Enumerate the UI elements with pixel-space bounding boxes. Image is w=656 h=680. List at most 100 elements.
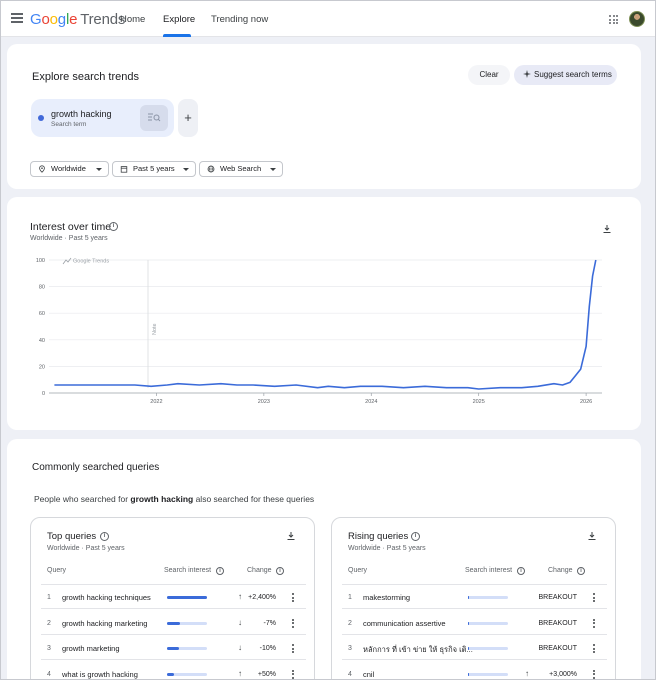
region-filter[interactable]: Worldwide [30, 161, 109, 177]
nav-active-indicator [163, 34, 191, 37]
top-queries-title: Top queries [47, 531, 97, 542]
interest-line-chart: 0 20 40 60 80 100 2022 2023 2024 2025 2026 Google… [36, 257, 602, 405]
note-label: Note [152, 323, 158, 335]
page-scrollbar[interactable] [649, 37, 654, 679]
row-query[interactable]: หลักการ ที่ เข้า ข่าย ให้ ธุรกิจ เติ... [363, 644, 473, 656]
row-change: +2,400% [248, 594, 276, 601]
term-name: growth hacking [51, 109, 112, 119]
divider [342, 584, 607, 585]
interest-bar [167, 647, 207, 650]
chevron-down-icon [270, 168, 276, 171]
more-options-icon[interactable] [292, 593, 295, 603]
row-query[interactable]: growth hacking techniques [62, 593, 151, 602]
more-options-icon[interactable] [593, 593, 596, 603]
info-icon[interactable]: i [517, 567, 525, 575]
nav-trending-now[interactable]: Trending now [211, 14, 268, 25]
row-rank: 4 [348, 670, 352, 678]
queries-card: Commonly searched queries People who sea… [7, 439, 641, 680]
top-queries-subtitle: Worldwide · Past 5 years [47, 545, 125, 552]
interest-bar [167, 621, 207, 625]
app-frame: Google Trends Home Explore Trending now E… [0, 0, 656, 680]
interest-bar-fill [468, 596, 469, 599]
chart-watermark: Google Trends [62, 257, 109, 265]
interest-bar [468, 672, 508, 676]
time-range-filter[interactable]: Past 5 years [112, 161, 196, 177]
row-change: BREAKOUT [538, 619, 577, 627]
rising-queries-title: Rising queries [348, 531, 409, 542]
download-icon[interactable] [286, 531, 296, 541]
y-tick-label: 60 [39, 311, 45, 317]
globe-icon [207, 165, 215, 173]
interest-bar-fill [468, 621, 469, 625]
interest-bar-fill [468, 647, 469, 650]
rising-queries-subtitle: Worldwide · Past 5 years [348, 545, 426, 552]
interest-bar-fill [167, 647, 179, 650]
region-value: Worldwide [51, 164, 86, 173]
note-marker[interactable]: Note [147, 260, 158, 388]
divider [41, 584, 306, 585]
column-search-interest[interactable]: Search interest [465, 567, 512, 574]
more-options-icon[interactable] [292, 618, 295, 629]
row-query[interactable]: growth hacking marketing [62, 619, 147, 628]
info-icon[interactable]: i [216, 567, 224, 575]
row-query[interactable]: cnil [363, 670, 374, 679]
info-icon[interactable]: i [100, 532, 109, 541]
calendar-icon [120, 166, 128, 173]
chevron-down-icon [96, 168, 102, 171]
chart-grid [49, 259, 602, 394]
nav-home[interactable]: Home [120, 14, 145, 25]
interest-bar [468, 596, 508, 599]
more-options-icon[interactable] [593, 669, 596, 680]
menu-icon[interactable] [11, 13, 23, 23]
divider [41, 659, 306, 660]
account-avatar[interactable] [629, 11, 645, 27]
more-options-icon[interactable] [593, 618, 596, 629]
nav-explore[interactable]: Explore [163, 14, 195, 25]
info-icon[interactable]: i [276, 567, 284, 575]
y-tick-label: 40 [39, 338, 45, 344]
column-change[interactable]: Change [247, 567, 272, 574]
term-search-icon[interactable] [140, 105, 168, 131]
row-change: -7% [263, 619, 276, 627]
download-icon[interactable] [587, 531, 597, 541]
x-tick-label: 2025 [473, 399, 485, 405]
info-icon[interactable]: i [411, 532, 420, 541]
column-query: Query [47, 567, 67, 574]
queries-description: People who searched for growth hacking a… [34, 494, 315, 504]
row-query[interactable]: growth marketing [62, 644, 120, 653]
row-rank: 2 [348, 619, 352, 627]
divider [41, 633, 306, 635]
search-property-filter[interactable]: Web Search [199, 161, 283, 177]
row-rank: 1 [47, 594, 51, 601]
row-query[interactable]: makestorming [363, 593, 410, 602]
clear-button[interactable]: Clear [468, 65, 510, 85]
interest-bar-fill [167, 596, 207, 599]
info-icon[interactable]: i [577, 567, 585, 575]
row-rank: 3 [47, 645, 51, 652]
rising-queries-panel: Rising queries i Worldwide · Past 5 year… [331, 517, 616, 680]
sparkle-icon [523, 70, 531, 78]
explore-title: Explore search trends [32, 71, 139, 83]
explore-card: Explore search trends Clear Suggest sear… [7, 44, 641, 189]
search-term-chip[interactable]: growth hacking Search term [31, 99, 174, 137]
more-options-icon[interactable] [292, 644, 295, 654]
x-tick-label: 2023 [258, 399, 270, 405]
apps-grid-icon[interactable] [609, 15, 618, 24]
row-rank: 2 [47, 619, 51, 627]
suggest-search-terms-button[interactable]: Suggest search terms [514, 65, 617, 85]
column-change[interactable]: Change [548, 567, 573, 574]
y-axis-ticks: 0 20 40 60 80 100 [36, 258, 45, 397]
chevron-down-icon [183, 168, 189, 171]
interest-bar [167, 596, 207, 599]
queries-term: growth hacking [130, 494, 194, 504]
row-query[interactable]: communication assertive [363, 619, 446, 628]
more-options-icon[interactable] [593, 644, 596, 654]
add-term-button[interactable]: + [178, 99, 198, 137]
y-tick-label: 100 [36, 258, 45, 264]
more-options-icon[interactable] [292, 669, 295, 680]
google-trends-logo[interactable]: Google Trends [30, 11, 125, 28]
row-change: -10% [259, 645, 276, 652]
row-query[interactable]: what is growth hacking [62, 670, 138, 679]
watermark-text: Google Trends [73, 259, 109, 265]
column-search-interest[interactable]: Search interest [164, 567, 211, 574]
